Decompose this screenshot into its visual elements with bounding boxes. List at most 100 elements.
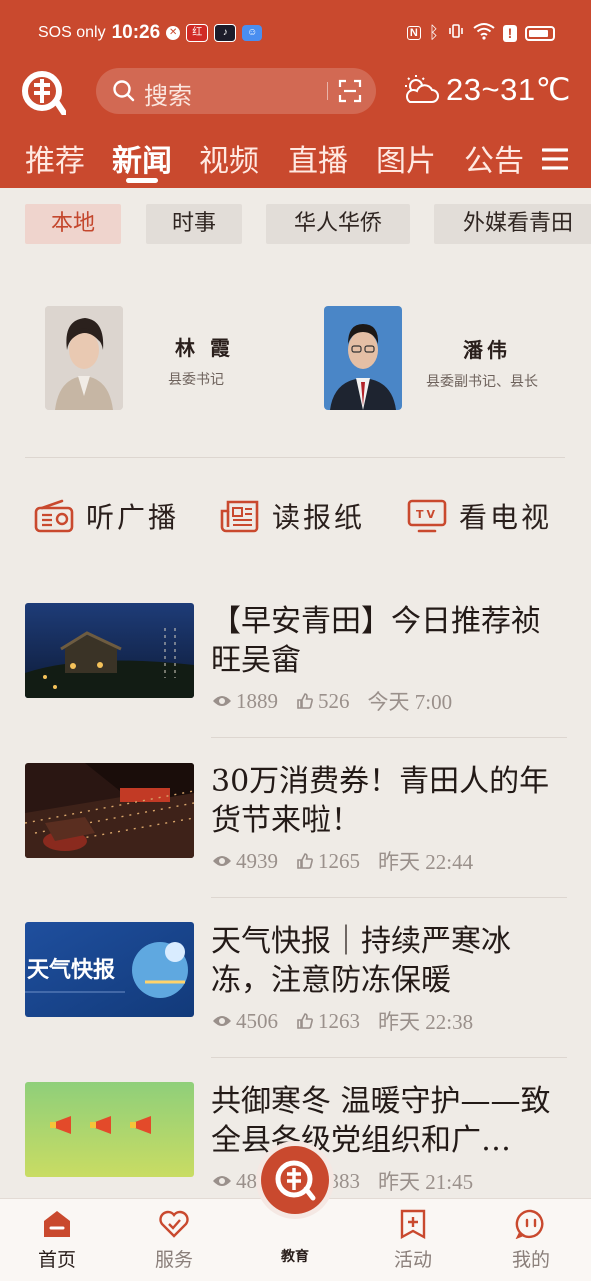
news-likes: 1263 — [318, 1008, 360, 1033]
tab-notices[interactable]: 公告 — [464, 136, 524, 180]
thumbnail-caption: 天气快报 — [27, 958, 116, 983]
eye-icon — [213, 856, 231, 866]
leader-name-2: 潘伟 — [463, 338, 511, 362]
thumbs-up-icon — [297, 853, 313, 869]
news-thumbnail — [25, 763, 194, 858]
heart-icon — [159, 1210, 189, 1238]
alert-icon: ! — [503, 24, 517, 42]
news-divider — [211, 1057, 567, 1058]
subtab-overseas-chinese[interactable]: 华人华侨 — [266, 204, 410, 244]
eye-icon — [213, 696, 231, 706]
weather-widget[interactable]: 23~31℃ — [400, 72, 571, 108]
news-thumbnail: 天气快报 — [25, 922, 194, 1017]
news-time: 今天 7:00 — [367, 690, 453, 714]
media-link-tv[interactable]: TV 看电视 — [407, 496, 552, 536]
news-meta: 4506 1263 昨天 22:38 — [212, 1006, 473, 1036]
nav-education-label: 教育 — [281, 1249, 309, 1265]
app-logo-icon[interactable] — [20, 69, 66, 115]
leaders-section: 林 霞 县委书记 潘伟 县委副书记、县长 — [0, 300, 591, 420]
battery-icon — [525, 25, 555, 41]
news-title[interactable]: 30万消费券！青田人的年货节来啦！ — [211, 762, 567, 840]
nav-activities-label: 活动 — [393, 1249, 432, 1271]
search-divider — [327, 82, 328, 100]
app-logo-icon — [275, 1160, 316, 1201]
news-title[interactable]: 【早安青田】今日推荐祯旺吴畲 — [211, 602, 567, 680]
news-views: 1889 — [236, 688, 278, 713]
bookmark-icon — [400, 1209, 426, 1239]
status-left: SOS only 10:26 ✕ 红 ♪ ☺ — [38, 22, 263, 44]
home-icon — [44, 1211, 70, 1237]
news-title[interactable]: 天气快报｜持续严寒冰冻，注意防冻保暖 — [211, 922, 567, 1000]
app-badge-1-icon: 红 — [186, 24, 209, 42]
vibrate-icon — [447, 22, 465, 44]
leader-photo-2[interactable] — [324, 306, 402, 410]
main-tabs: 推荐 新闻 视频 直播 图片 公告 — [0, 136, 591, 184]
news-meta: 4939 1265 昨天 22:44 — [212, 846, 473, 876]
subtab-current-affairs[interactable]: 时事 — [146, 204, 242, 244]
tab-images[interactable]: 图片 — [376, 136, 436, 180]
nav-education-button[interactable] — [261, 1146, 329, 1214]
news-divider — [211, 897, 567, 898]
news-time: 昨天 21:45 — [378, 1170, 474, 1194]
news-thumbnail — [25, 1082, 194, 1177]
scan-icon[interactable] — [338, 79, 362, 103]
radio-icon — [34, 499, 74, 533]
news-time: 昨天 22:44 — [378, 850, 474, 874]
leader-name-1: 林 霞 — [175, 336, 234, 360]
shield-x-icon: ✕ — [166, 26, 181, 40]
news-thumbnail — [25, 603, 194, 698]
nav-profile-label: 我的 — [511, 1249, 550, 1271]
nav-home-label: 首页 — [37, 1249, 76, 1271]
sub-tabs: 本地 时事 华人华侨 外媒看青田 — [0, 204, 591, 244]
active-tab-indicator — [126, 178, 158, 183]
subtab-local[interactable]: 本地 — [25, 204, 121, 244]
leader-title-2: 县委副书记、县长 — [426, 374, 538, 390]
app-badge-2-icon: ♪ — [214, 24, 237, 42]
menu-icon[interactable] — [542, 147, 568, 171]
wifi-icon — [473, 22, 495, 44]
tab-video[interactable]: 视频 — [199, 136, 259, 180]
eye-icon — [213, 1016, 231, 1026]
tab-recommend[interactable]: 推荐 — [25, 136, 85, 180]
eye-icon — [213, 1176, 231, 1186]
section-divider — [25, 457, 565, 458]
search-bar[interactable]: 搜索 — [96, 68, 376, 114]
media-link-radio[interactable]: 听广播 — [34, 496, 179, 536]
news-likes: 526 — [318, 688, 350, 713]
news-divider — [211, 737, 567, 738]
nfc-icon: N — [406, 26, 421, 40]
nav-services-label: 服务 — [154, 1249, 193, 1271]
media-link-radio-label: 听广播 — [86, 501, 180, 534]
bluetooth-icon: ᛒ — [428, 23, 439, 42]
carrier-text: SOS only — [38, 24, 106, 41]
media-link-tv-label: 看电视 — [459, 501, 553, 534]
status-bar: SOS only 10:26 ✕ 红 ♪ ☺ N ᛒ ! — [0, 0, 591, 64]
media-link-newspaper[interactable]: 读报纸 — [220, 496, 365, 536]
news-meta: 1889 526 今天 7:00 — [212, 686, 452, 716]
profile-icon — [515, 1209, 544, 1239]
app-header: SOS only 10:26 ✕ 红 ♪ ☺ N ᛒ ! 搜索 23~31℃ 推… — [0, 0, 591, 188]
tab-news[interactable]: 新闻 — [112, 136, 172, 180]
news-views: 4939 — [236, 848, 278, 873]
status-right: N ᛒ ! — [406, 22, 555, 44]
news-meta: 4818 1383 昨天 21:45 — [212, 1166, 473, 1196]
app-badge-3-icon: ☺ — [242, 25, 263, 41]
news-views: 4506 — [236, 1008, 278, 1033]
leader-title-1: 县委书记 — [168, 372, 224, 388]
partly-cloudy-icon — [405, 75, 439, 103]
media-link-newspaper-label: 读报纸 — [272, 501, 366, 534]
temperature-text: 23~31℃ — [446, 72, 571, 107]
thumbs-up-icon — [297, 693, 313, 709]
thumbs-up-icon — [297, 1013, 313, 1029]
search-icon — [113, 80, 135, 102]
search-placeholder: 搜索 — [144, 82, 192, 110]
tab-live[interactable]: 直播 — [288, 136, 348, 180]
news-likes: 1265 — [318, 848, 360, 873]
newspaper-icon — [220, 500, 259, 533]
leader-photo-1[interactable] — [45, 306, 123, 410]
subtab-foreign-media[interactable]: 外媒看青田 — [434, 204, 591, 244]
clock: 10:26 — [111, 22, 161, 43]
tv-icon: TV — [407, 499, 447, 533]
news-time: 昨天 22:38 — [378, 1010, 474, 1034]
svg-text:TV: TV — [416, 508, 438, 521]
